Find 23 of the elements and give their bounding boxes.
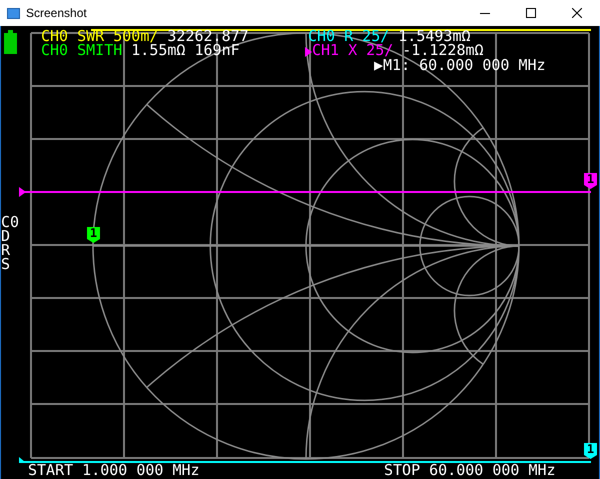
- trace-label: CH0 SMITH: [41, 44, 122, 57]
- app-icon: [7, 8, 20, 18]
- menu-letter: S: [1, 257, 12, 271]
- menu-letter: D: [1, 229, 10, 243]
- menu-letter: R: [1, 243, 12, 257]
- trace-label: CH0 R 25/: [308, 30, 390, 43]
- marker-flag: 1: [87, 227, 100, 243]
- minimize-icon: [480, 12, 490, 14]
- trace-value: 32262.877: [167, 30, 249, 43]
- start-frequency: START 1.000 000 MHz: [28, 464, 200, 477]
- window-title: Screenshot: [26, 5, 87, 22]
- close-icon: [572, 8, 582, 18]
- marker-readout: ▶M1: 60.000 000 MHz: [374, 59, 546, 72]
- battery-icon: [4, 30, 17, 54]
- trace-value: -1.1228mΩ: [402, 44, 484, 57]
- trace-label: CH1 X 25/: [312, 44, 394, 57]
- maximize-icon: [526, 8, 536, 18]
- marker-flag: 1: [584, 173, 597, 189]
- stop-frequency: STOP 60.000 000 MHz: [384, 464, 556, 477]
- trace-value: 1.5493mΩ: [398, 30, 471, 43]
- marker-flag: 1: [584, 443, 597, 459]
- trace-value: 1.55mΩ 169nF: [131, 44, 240, 57]
- menu-letter: C0: [1, 215, 20, 229]
